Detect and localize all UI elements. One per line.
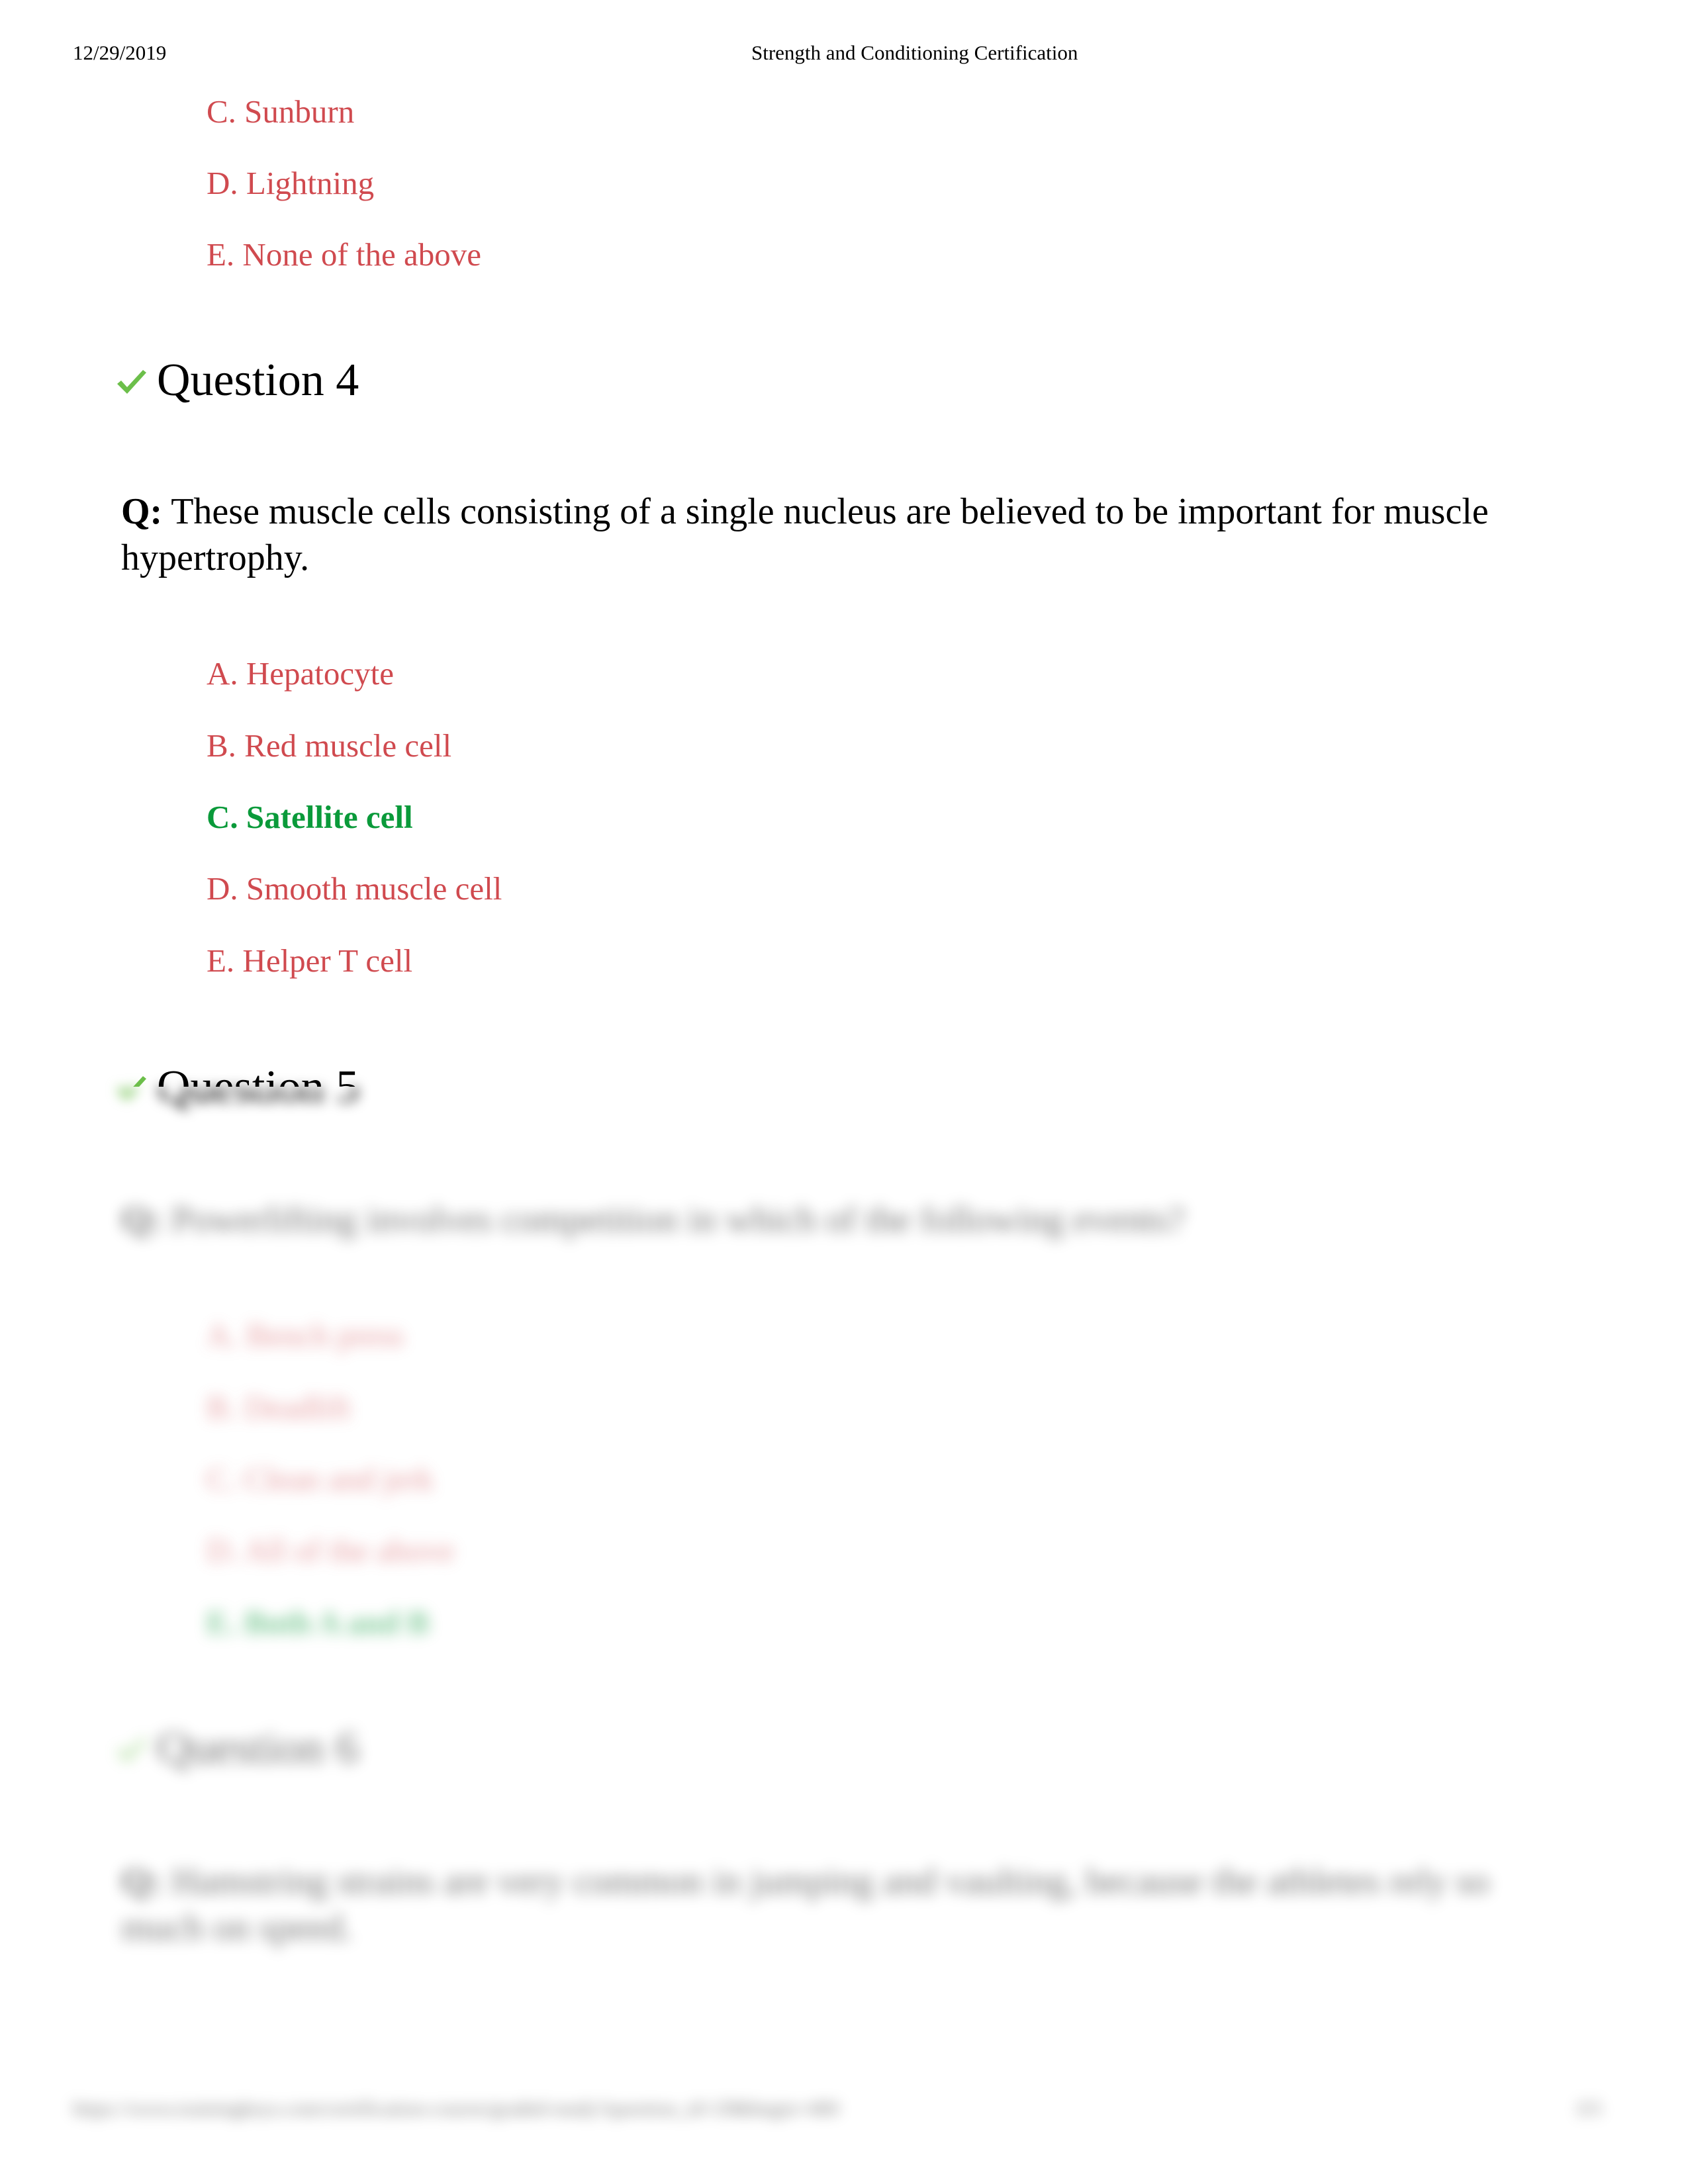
- question-heading-sharp: Question 5: [113, 1059, 377, 1087]
- answer-option: D. Smooth muscle cell: [207, 870, 502, 907]
- question-heading: Question 4: [157, 355, 359, 406]
- correct-answer-option: C. Satellite cell: [207, 799, 413, 835]
- page-title: Strength and Conditioning Certification: [751, 41, 1078, 64]
- answer-option: C. Clean and jerk: [207, 1461, 434, 1497]
- question-prefix: Q:: [121, 491, 163, 532]
- question-prefix: Q:: [121, 1199, 163, 1240]
- question-heading: Question 5: [157, 1087, 359, 1113]
- answer-option: D. Lightning: [207, 165, 375, 201]
- answer-option: A. Bench press: [207, 1317, 404, 1353]
- answer-option: D. All of the above: [207, 1532, 455, 1569]
- question-text: Q: Powerlifting involves competition in …: [121, 1197, 1544, 1243]
- answer-option: C. Sunburn: [207, 93, 355, 130]
- question-body: Hamstring strains are very common in jum…: [121, 1861, 1489, 1948]
- print-date: 12/29/2019: [73, 41, 167, 64]
- question-body: Powerlifting involves competition in whi…: [171, 1199, 1185, 1240]
- answer-option: B. Red muscle cell: [207, 727, 452, 764]
- question-heading: Question 5: [157, 1064, 359, 1087]
- check-icon: [117, 370, 146, 394]
- answer-option: B. Deadlift: [207, 1389, 351, 1426]
- question-body: These muscle cells consisting of a singl…: [121, 491, 1489, 578]
- question-heading-blurred: Question 5: [113, 1087, 377, 1146]
- page-number: 3/5: [1575, 2097, 1602, 2120]
- correct-answer-option: E. Both A and B: [207, 1604, 430, 1641]
- question-text: Q: Hamstring strains are very common in …: [121, 1858, 1544, 1951]
- footer-url[interactable]: https://www.trainingkeys.com/certificati…: [73, 2097, 839, 2120]
- check-icon: [117, 1087, 140, 1100]
- check-icon: [117, 1738, 146, 1762]
- question-heading: Question 6: [157, 1723, 359, 1774]
- answer-option: A. Hepatocyte: [207, 655, 394, 692]
- answer-option: E. None of the above: [207, 236, 481, 273]
- question-prefix: Q:: [121, 1861, 163, 1902]
- answer-option: E. Helper T cell: [207, 942, 413, 979]
- question-text: Q: These muscle cells consisting of a si…: [121, 488, 1544, 581]
